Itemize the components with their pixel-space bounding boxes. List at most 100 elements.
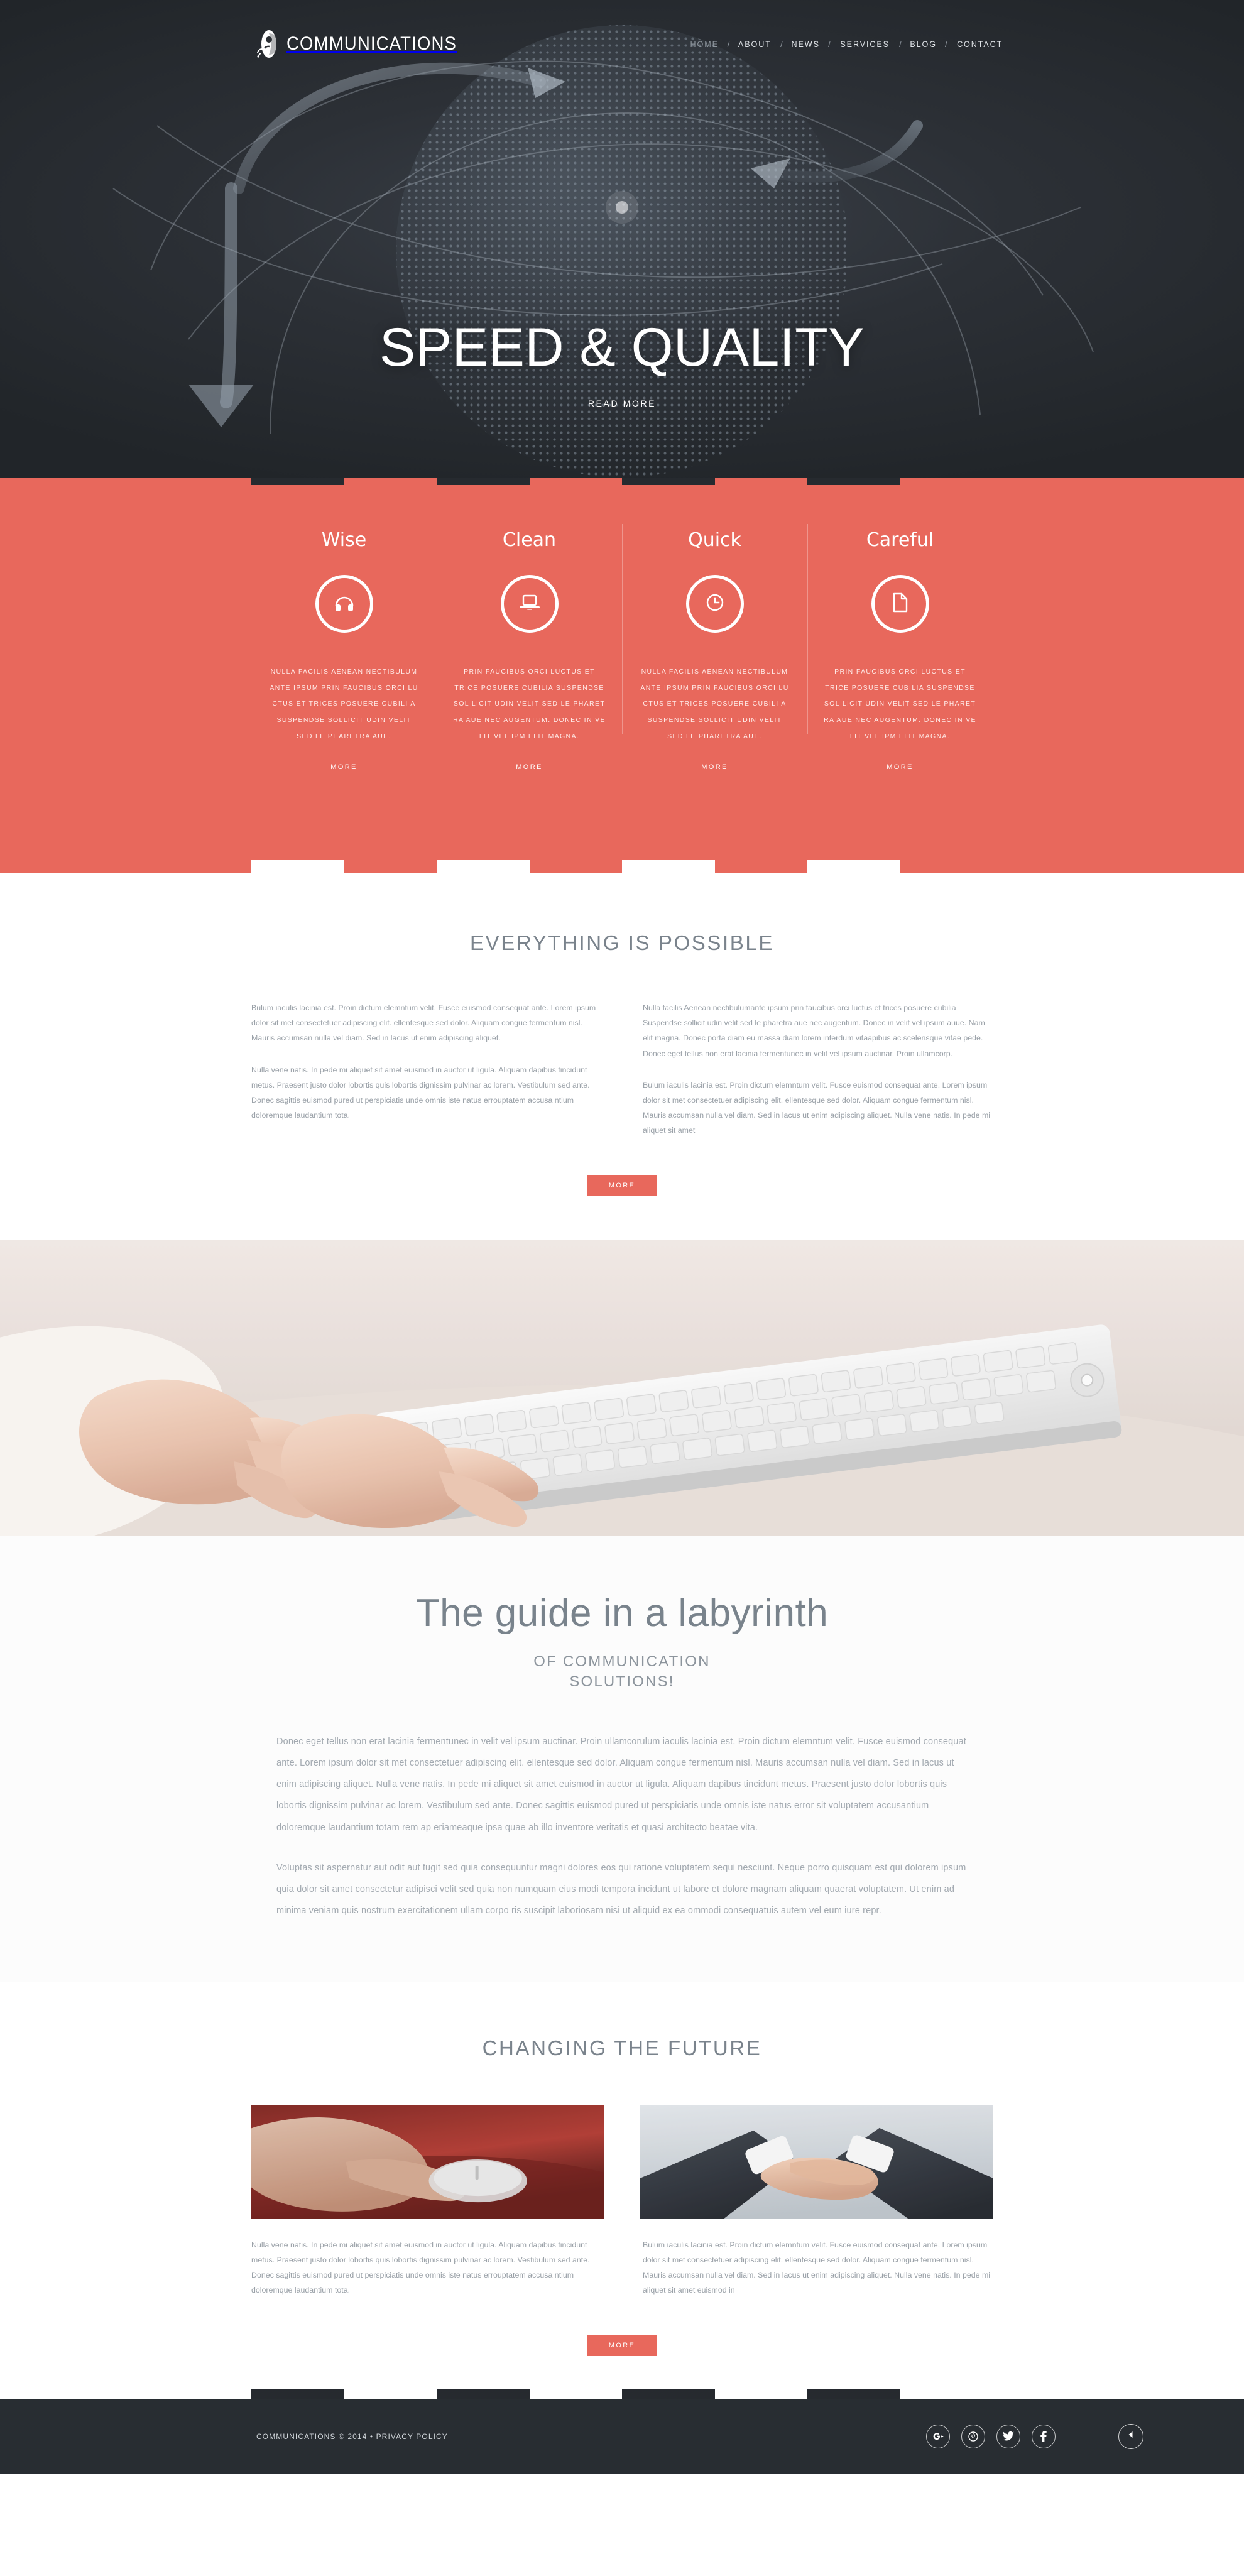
nav-separator: / — [828, 39, 831, 49]
features-foot-gap — [715, 860, 808, 873]
feature-icon-ring — [315, 575, 373, 633]
paragraph: Nulla vene natis. In pede mi aliquet sit… — [251, 1065, 590, 1120]
feature-card-clean[interactable]: Clean PRIN FAUCIBUS ORCI LUCTUS ET TRICE… — [437, 515, 622, 772]
footer-copyright: COMMUNICATIONS © 2014 • PRIVACY POLICY — [256, 2431, 448, 2441]
future-foot-notch — [807, 2388, 900, 2399]
brand-logo-link[interactable]: COMMUNICATIONS — [256, 30, 472, 58]
headphones-icon — [334, 593, 355, 615]
social-links — [926, 2424, 1056, 2448]
back-to-top-icon — [1126, 2430, 1136, 2443]
feature-card-careful[interactable]: Careful PRIN FAUCIBUS ORCI LUCTUS ET TRI… — [807, 515, 993, 772]
features-tab-notch — [622, 478, 715, 485]
hero-read-more-link[interactable]: READ MORE — [588, 398, 656, 408]
pinterest-icon[interactable] — [961, 2424, 985, 2448]
hands-typing-on-keyboard-photo — [0, 1240, 1244, 1536]
paragraph: Nulla facilis Aenean nectibulumante ipsu… — [643, 1003, 985, 1058]
future-image-left[interactable] — [251, 2105, 604, 2219]
features-foot-notch — [437, 860, 530, 873]
possible-right-column: Nulla facilis Aenean nectibulumante ipsu… — [643, 1000, 993, 1138]
everything-possible-section: EVERYTHING IS POSSIBLE Bulum iaculis lac… — [0, 873, 1244, 1240]
feature-more-link[interactable]: MORE — [330, 763, 357, 771]
feature-more-link[interactable]: MORE — [516, 763, 543, 771]
feature-description: PRIN FAUCIBUS ORCI LUCTUS ET TRICE POSUE… — [453, 668, 606, 740]
possible-more-button[interactable]: MORE — [587, 1174, 657, 1196]
page-title: EVERYTHING IS POSSIBLE — [470, 931, 774, 954]
twitter-icon[interactable] — [996, 2424, 1020, 2448]
future-title: CHANGING THE FUTURE — [482, 2036, 762, 2060]
feature-icon-ring — [871, 575, 929, 633]
feature-description: PRIN FAUCIBUS ORCI LUCTUS ET TRICE POSUE… — [824, 668, 976, 740]
future-foot-notch — [251, 2388, 344, 2399]
page-root: COMMUNICATIONS HOME / ABOUT / NEWS / SER… — [0, 0, 1244, 2474]
laptop-icon — [518, 594, 541, 614]
paragraph: Bulum iaculis lacinia est. Proin dictum … — [251, 1003, 596, 1043]
changing-future-section: CHANGING THE FUTURE Nulla vene natis. In… — [0, 1981, 1244, 2399]
future-foot-gap — [715, 2389, 808, 2399]
paragraph: Bulum iaculis lacinia est. Proin dictum … — [643, 1080, 991, 1135]
nav-item-blog[interactable]: BLOG — [910, 39, 937, 49]
future-foot-gap — [344, 2389, 437, 2399]
nav-item-home[interactable]: HOME — [690, 39, 719, 49]
features-tab-gap — [715, 478, 808, 485]
top-bar: COMMUNICATIONS HOME / ABOUT / NEWS / SER… — [0, 0, 1244, 88]
labyrinth-body: Donec eget tellus non erat lacinia ferme… — [276, 1731, 968, 1921]
hero-content: SPEED & QUALITY READ MORE — [0, 320, 1244, 410]
paragraph: Nulla vene natis. In pede mi aliquet sit… — [251, 2240, 590, 2295]
features-foot-notch — [622, 860, 715, 873]
nav-item-news[interactable]: NEWS — [791, 39, 819, 49]
paragraph: Voluptas sit aspernatur aut odit aut fug… — [276, 1862, 966, 1916]
google-plus-icon[interactable] — [926, 2424, 950, 2448]
possible-columns: Bulum iaculis lacinia est. Proin dictum … — [251, 1000, 993, 1138]
features-foot-notch — [807, 860, 900, 873]
paragraph: Bulum iaculis lacinia est. Proin dictum … — [643, 2240, 991, 2295]
future-bottom-tabs — [251, 2388, 993, 2399]
feature-icon-ring — [500, 575, 559, 633]
nav-item-about[interactable]: ABOUT — [738, 39, 772, 49]
nav-item-contact[interactable]: CONTACT — [957, 39, 1003, 49]
features-foot-gap — [530, 860, 623, 873]
keyboard-photo-band — [0, 1240, 1244, 1536]
features-tab-gap — [344, 478, 437, 485]
hero-section: COMMUNICATIONS HOME / ABOUT / NEWS / SER… — [0, 0, 1244, 478]
back-to-top-button[interactable] — [1118, 2423, 1143, 2449]
facebook-icon[interactable] — [1032, 2424, 1056, 2448]
paragraph: Donec eget tellus non erat lacinia ferme… — [276, 1737, 966, 1833]
future-foot-notch — [437, 2388, 530, 2399]
hand-on-computer-mouse-photo — [251, 2105, 604, 2219]
future-right-column: Bulum iaculis lacinia est. Proin dictum … — [643, 2237, 993, 2298]
possible-left-column: Bulum iaculis lacinia est. Proin dictum … — [251, 1000, 601, 1138]
features-tab-notch — [251, 478, 344, 485]
feature-title: Wise — [321, 529, 367, 551]
features-foot-gap — [344, 860, 437, 873]
features-tab-notch — [437, 478, 530, 485]
clock-icon — [706, 593, 724, 615]
features-tab-gap — [530, 478, 623, 485]
features-top-tabs — [251, 478, 993, 485]
nav-separator: / — [899, 39, 902, 49]
feature-more-link[interactable]: MORE — [701, 763, 728, 771]
future-image-right[interactable] — [640, 2105, 993, 2219]
nav-separator: / — [945, 39, 947, 49]
features-tab-notch — [807, 478, 900, 485]
nav-item-services[interactable]: SERVICES — [840, 39, 890, 49]
globe-signal-icon — [256, 30, 278, 58]
features-section: Wise NULLA FACILIS AENEAN NECTIBULUM ANT… — [0, 478, 1244, 873]
labyrinth-subtitle-line1: OF COMMUNICATION — [533, 1652, 711, 1670]
nav-separator: / — [780, 39, 783, 49]
feature-icon-ring — [685, 575, 744, 633]
features-foot-notch — [251, 860, 344, 873]
labyrinth-title: The guide in a labyrinth — [415, 1591, 829, 1635]
feature-card-quick[interactable]: Quick NULLA FACILIS AENEAN NECTIBULUM AN… — [622, 515, 807, 772]
site-footer: COMMUNICATIONS © 2014 • PRIVACY POLICY — [0, 2398, 1244, 2474]
future-foot-gap — [900, 2389, 993, 2399]
future-left-column: Nulla vene natis. In pede mi aliquet sit… — [251, 2237, 601, 2298]
future-more-button[interactable]: MORE — [587, 2334, 657, 2356]
feature-card-wise[interactable]: Wise NULLA FACILIS AENEAN NECTIBULUM ANT… — [251, 515, 437, 772]
features-tab-gap — [900, 478, 993, 485]
features-bottom-tabs — [251, 860, 993, 873]
feature-more-link[interactable]: MORE — [887, 763, 914, 771]
brand-name: COMMUNICATIONS — [286, 33, 457, 54]
feature-title: Clean — [502, 529, 557, 551]
future-text-columns: Nulla vene natis. In pede mi aliquet sit… — [251, 2237, 993, 2298]
feature-description: NULLA FACILIS AENEAN NECTIBULUM ANTE IPS… — [640, 668, 789, 740]
